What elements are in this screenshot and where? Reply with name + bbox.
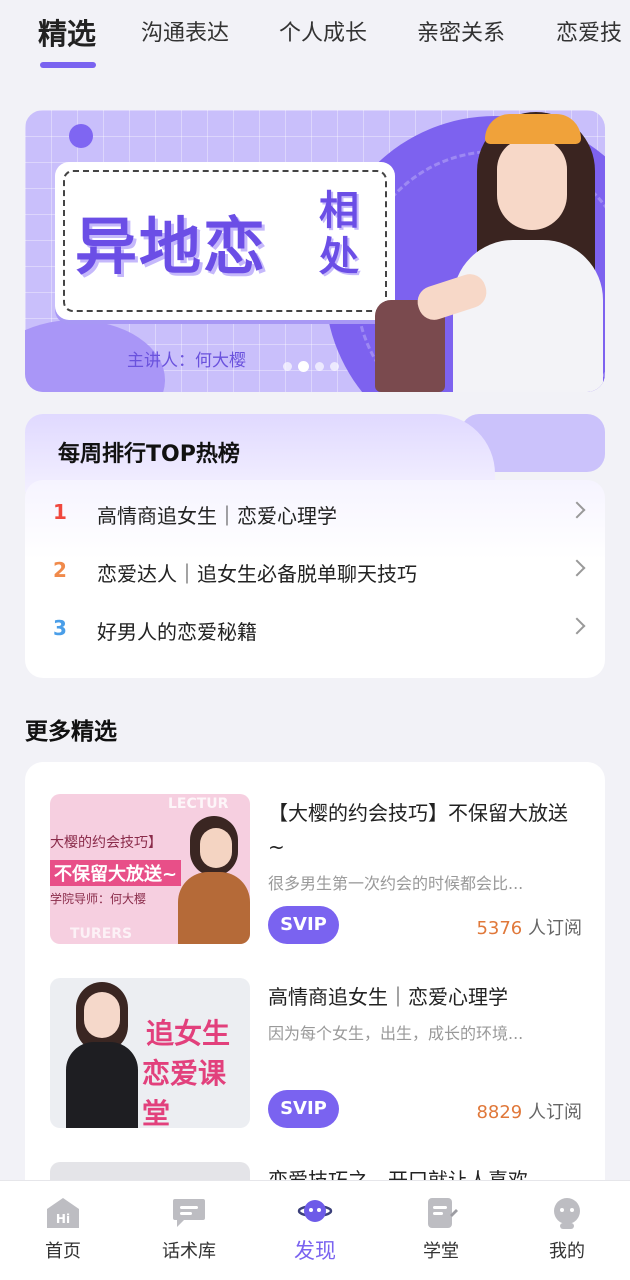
rank-number: 3	[53, 616, 67, 640]
course-description: 很多男生第一次约会的时候都会比...	[268, 874, 524, 893]
nav-label: 学堂	[423, 1241, 459, 1262]
banner-title: 异地恋	[75, 210, 268, 283]
subscriber-count: 5376 人订阅	[476, 918, 582, 939]
tab-love-skills[interactable]: 恋爱技	[556, 14, 622, 54]
ranking-item-1[interactable]: 1 高情商追女生｜恋爱心理学	[25, 488, 605, 538]
rank-title: 高情商追女生｜恋爱心理学	[97, 504, 337, 528]
rank-number: 1	[53, 500, 67, 524]
home-hi-icon: Hi	[47, 1198, 79, 1228]
ranking-item-2[interactable]: 2 恋爱达人｜追女生必备脱单聊天技巧	[25, 546, 605, 596]
tab-communication[interactable]: 沟通表达	[141, 14, 229, 54]
rank-title: 好男人的恋爱秘籍	[97, 620, 257, 644]
svip-badge: SVIP	[268, 906, 339, 944]
banner-pagination-dots	[283, 361, 339, 372]
course-title: 【大樱的约会技巧】不保留大放送~	[268, 801, 568, 859]
nav-label: 我的	[549, 1241, 585, 1262]
category-tab-bar: 精选 沟通表达 个人成长 亲密关系 恋爱技	[0, 0, 630, 78]
tab-featured[interactable]: 精选	[38, 14, 96, 54]
rank-title: 恋爱达人｜追女生必备脱单聊天技巧	[97, 562, 417, 586]
course-description: 因为每个女生，出生，成长的环境...	[268, 1024, 524, 1043]
ranking-list: 1 高情商追女生｜恋爱心理学 2 恋爱达人｜追女生必备脱单聊天技巧 3 好男人的…	[25, 480, 605, 678]
nav-discover[interactable]: 发现	[252, 1181, 378, 1280]
ranking-title: 每周排行TOP热榜	[58, 442, 240, 467]
avatar-icon	[554, 1198, 580, 1229]
weekly-ranking-card: 每周排行TOP热榜 1 高情商追女生｜恋爱心理学 2 恋爱达人｜追女生必备脱单聊…	[25, 414, 605, 678]
promo-banner[interactable]: 异地恋 相处 主讲人：何大樱	[25, 110, 605, 392]
svg-text:Hi: Hi	[56, 1212, 70, 1226]
banner-speaker: 主讲人：何大樱	[127, 351, 246, 371]
nav-home[interactable]: Hi 首页	[0, 1181, 126, 1280]
banner-dot[interactable]	[330, 362, 339, 371]
chat-bubble-icon	[173, 1199, 205, 1227]
nav-scripts[interactable]: 话术库	[126, 1181, 252, 1280]
tab-intimate-relationship[interactable]: 亲密关系	[417, 14, 505, 54]
banner-presenter-illustration	[365, 110, 605, 392]
banner-decor-dot	[69, 124, 93, 148]
course-thumbnail: 追女生 恋爱课堂	[50, 978, 250, 1128]
nav-profile[interactable]: 我的	[504, 1181, 630, 1280]
ranking-item-3[interactable]: 3 好男人的恋爱秘籍	[25, 604, 605, 654]
banner-dot[interactable]	[315, 362, 324, 371]
bottom-navigation: Hi 首页 话术库 发现 学堂 我的	[0, 1180, 630, 1280]
course-item[interactable]: LECTUR 大樱的约会技巧】 不保留大放送~ 学院导师：何大樱 TURERS …	[25, 794, 582, 946]
course-item[interactable]: 追女生 恋爱课堂 高情商追女生｜恋爱心理学 因为每个女生，出生，成长的环境...…	[25, 978, 582, 1130]
chevron-right-icon	[568, 617, 586, 635]
more-featured-heading: 更多精选	[25, 719, 117, 745]
notebook-icon	[428, 1198, 458, 1228]
banner-dot[interactable]	[283, 362, 292, 371]
course-thumbnail: LECTUR 大樱的约会技巧】 不保留大放送~ 学院导师：何大樱 TURERS	[50, 794, 250, 944]
rank-number: 2	[53, 558, 67, 582]
course-title: 高情商追女生｜恋爱心理学	[268, 985, 508, 1009]
nav-label: 话术库	[162, 1241, 216, 1262]
banner-subtitle: 相处	[319, 188, 359, 280]
nav-academy[interactable]: 学堂	[378, 1181, 504, 1280]
banner-dot-active[interactable]	[298, 361, 309, 372]
subscriber-count: 8829 人订阅	[476, 1102, 582, 1123]
planet-face-icon	[297, 1200, 333, 1222]
nav-label: 发现	[294, 1239, 336, 1263]
svip-badge: SVIP	[268, 1090, 339, 1128]
nav-label: 首页	[45, 1241, 81, 1262]
active-tab-indicator	[40, 62, 96, 68]
chevron-right-icon	[568, 501, 586, 519]
chevron-right-icon	[568, 559, 586, 577]
tab-personal-growth[interactable]: 个人成长	[279, 14, 367, 54]
